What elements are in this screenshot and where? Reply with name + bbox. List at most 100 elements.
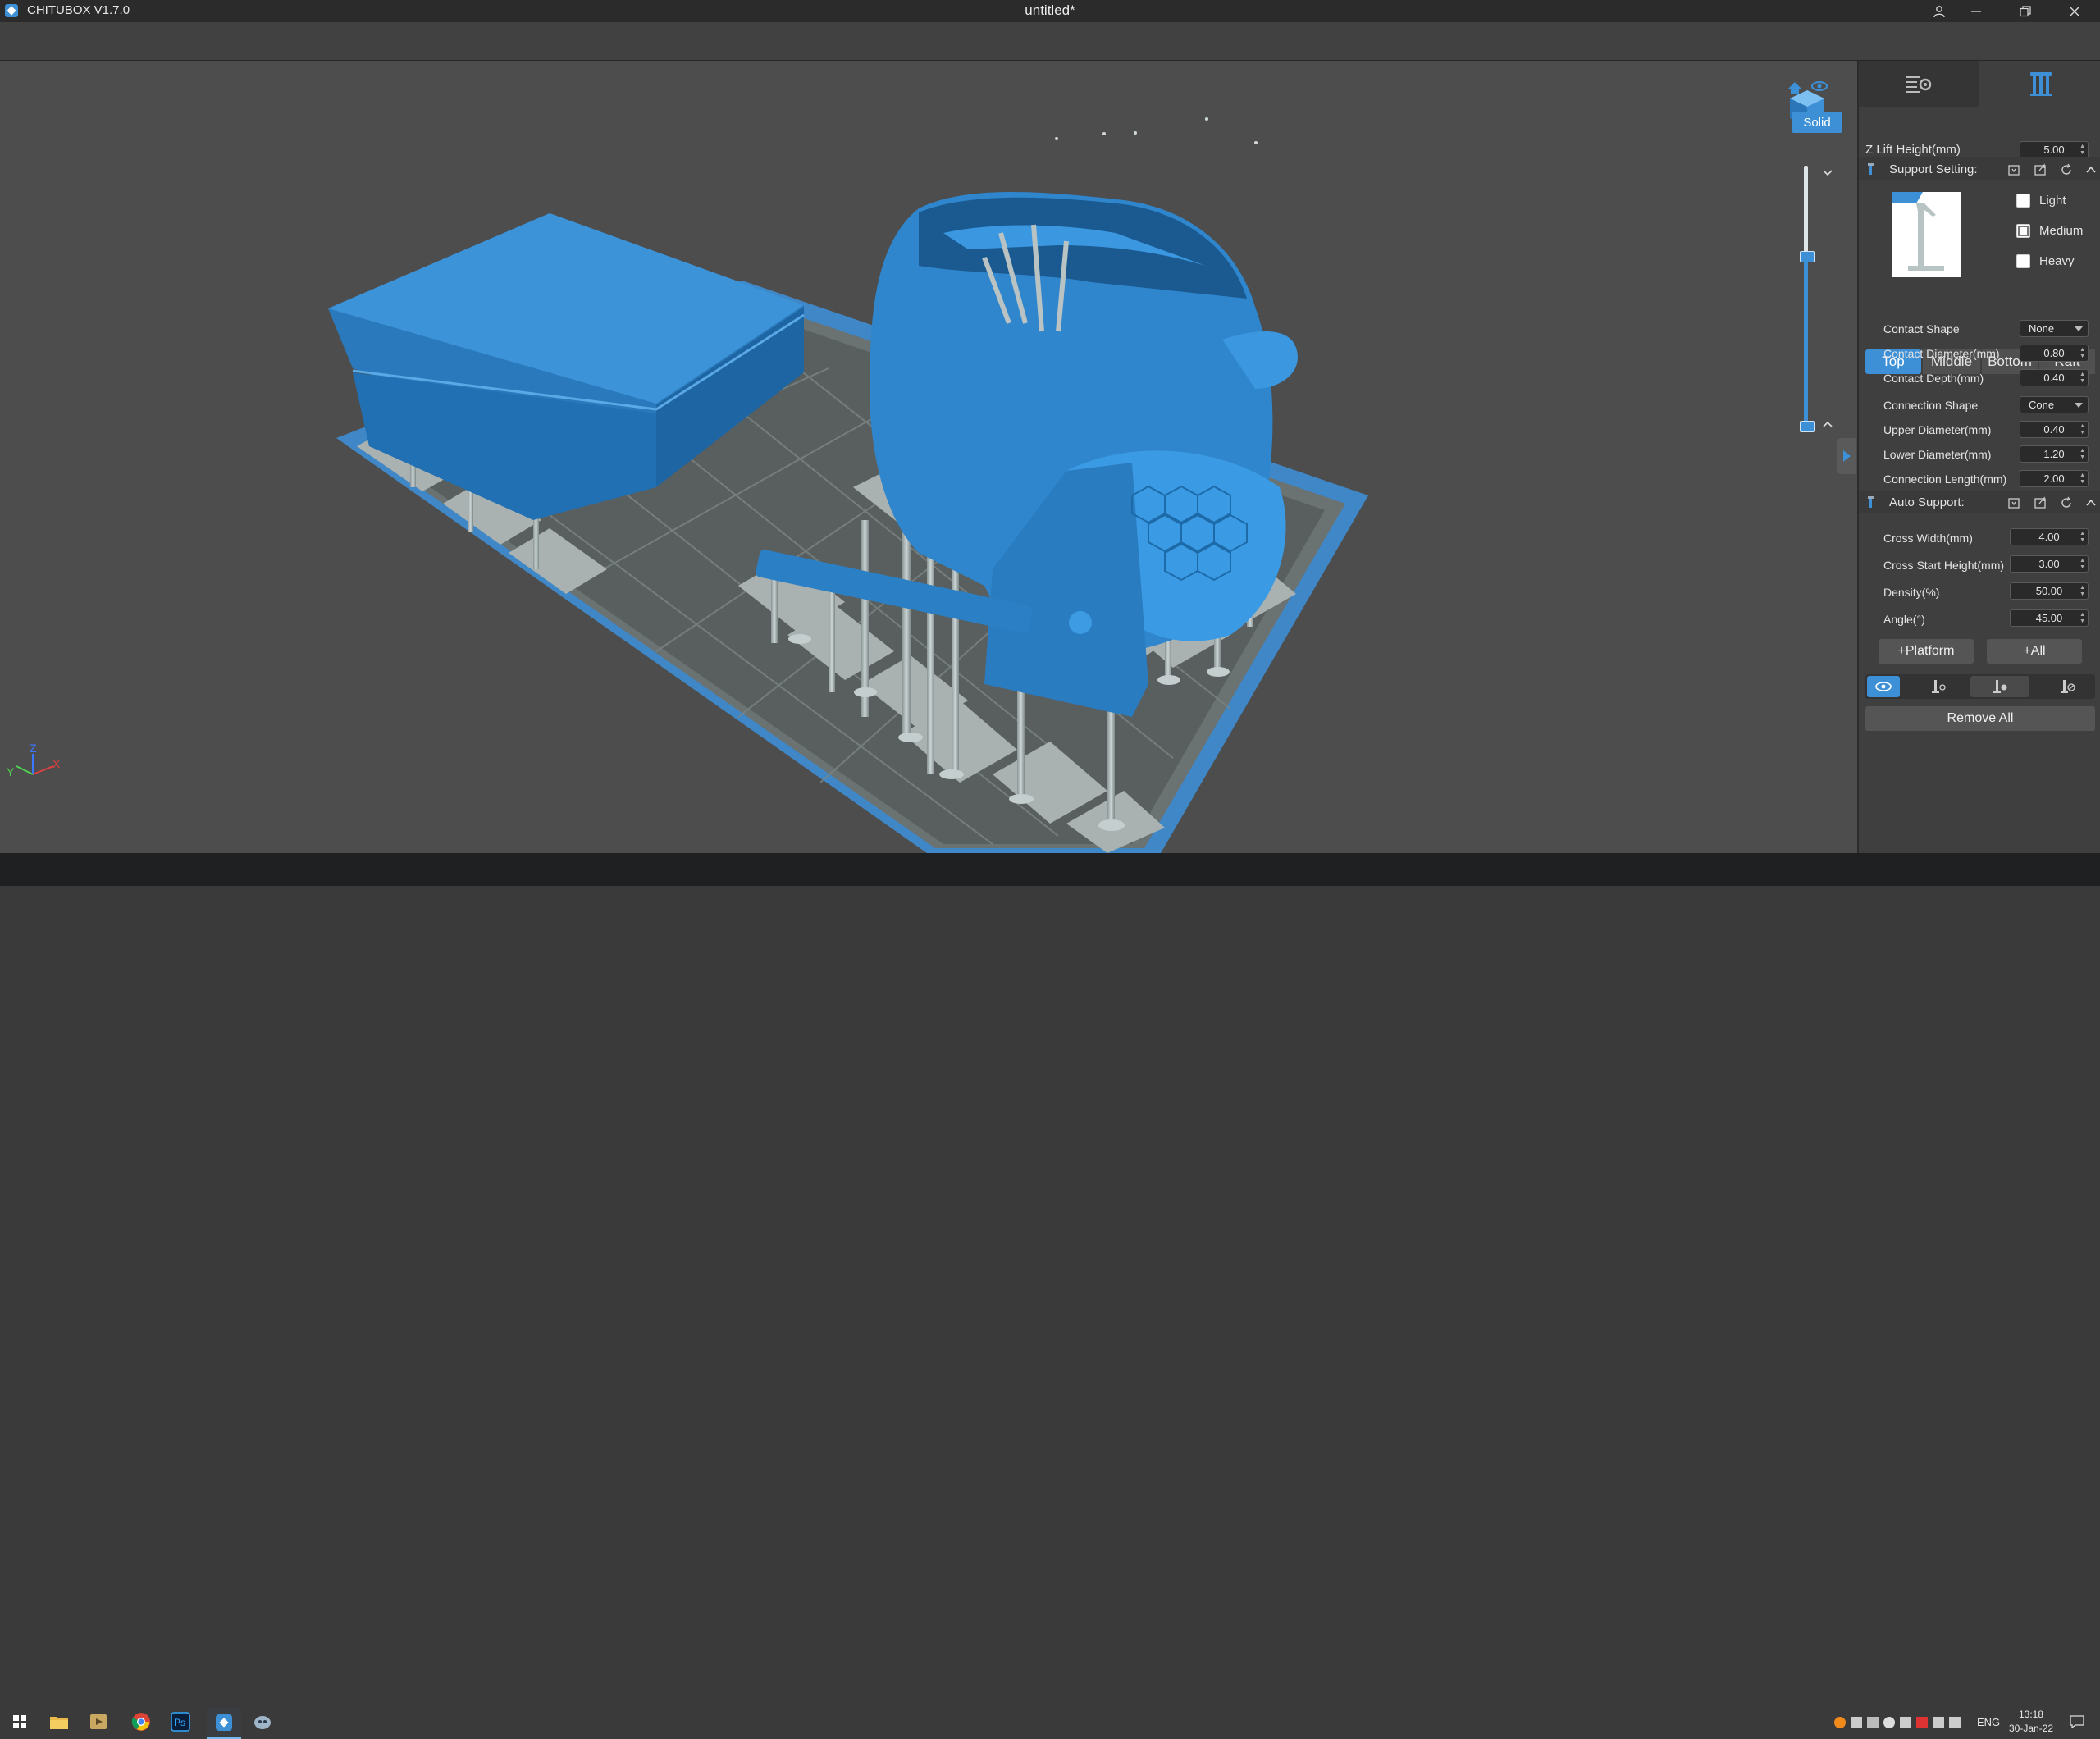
dropdown-arrow-icon <box>2075 403 2083 408</box>
support-preview-image <box>1892 192 1961 277</box>
medium-label: Medium <box>2039 224 2084 238</box>
delete-support-tool-button[interactable] <box>2044 676 2090 697</box>
spin-arrows-icon[interactable]: ▲ ▼ <box>2079 558 2085 571</box>
chrome-icon <box>131 1713 150 1731</box>
chitubox-taskbar-button[interactable] <box>207 1708 241 1737</box>
cross-width-input[interactable]: 4.00 ▲ ▼ <box>2010 528 2089 545</box>
chrome-button[interactable] <box>130 1710 153 1733</box>
clock-time[interactable]: 13:18 <box>2006 1709 2056 1720</box>
cross-width-value: 4.00 <box>2038 531 2060 543</box>
export-auto-button[interactable] <box>2033 495 2048 510</box>
close-button[interactable] <box>2053 0 2096 22</box>
svg-text:Z: Z <box>30 742 37 755</box>
remove-all-button[interactable]: Remove All <box>1865 706 2095 731</box>
play-right-icon <box>1843 450 1851 462</box>
notifications-button[interactable] <box>2066 1710 2089 1733</box>
medium-checkbox[interactable] <box>2016 224 2030 238</box>
light-checkbox[interactable] <box>2016 194 2030 208</box>
volume-tray-icon[interactable] <box>1949 1717 1961 1728</box>
scene-canvas[interactable]: Z Y X <box>0 61 1857 853</box>
cross-width-label: Cross Width(mm) <box>1883 532 1973 545</box>
spin-arrows-icon[interactable]: ▲ ▼ <box>2079 472 2085 486</box>
support-preview <box>1892 192 1961 277</box>
add-platform-button[interactable]: +Platform <box>1879 639 1974 664</box>
spin-arrows-icon[interactable]: ▲ ▼ <box>2079 423 2085 436</box>
viewport-3d[interactable]: Z Y X Solid <box>0 61 1857 853</box>
connection-length-value: 2.00 <box>2043 472 2065 485</box>
spin-arrows-icon[interactable]: ▲ ▼ <box>2079 612 2085 625</box>
lower-diameter-input[interactable]: 1.20 ▲ ▼ <box>2020 445 2089 463</box>
contact-shape-select[interactable]: None <box>2020 320 2089 337</box>
wifi-tray-icon[interactable] <box>1900 1717 1911 1728</box>
media-player-button[interactable] <box>87 1710 110 1733</box>
contact-diameter-input[interactable]: 0.80 ▲ ▼ <box>2020 345 2089 362</box>
photoshop-button[interactable]: Ps <box>169 1710 192 1733</box>
other-app-button[interactable] <box>251 1710 274 1733</box>
display-tray-icon[interactable] <box>1933 1717 1944 1728</box>
connection-length-input[interactable]: 2.00 ▲ ▼ <box>2020 470 2089 487</box>
refresh-icon <box>2061 163 2071 175</box>
user-icon <box>1933 5 1945 17</box>
folder-icon <box>50 1717 68 1729</box>
spin-arrows-icon[interactable]: ▲ ▼ <box>2079 531 2085 544</box>
system-tray <box>1834 1713 1961 1732</box>
layer-down-button[interactable] <box>1819 417 1836 433</box>
spin-arrows-icon[interactable]: ▲ ▼ <box>2079 585 2085 598</box>
contact-depth-value: 0.40 <box>2043 372 2065 384</box>
layer-up-button[interactable] <box>1819 164 1836 180</box>
spin-arrows-icon[interactable]: ▲ ▼ <box>2079 144 2085 157</box>
start-button[interactable] <box>8 1710 31 1733</box>
restore-button[interactable] <box>2004 0 2047 22</box>
reset-settings-button[interactable] <box>2059 162 2074 177</box>
heavy-checkbox[interactable] <box>2016 254 2030 268</box>
clock-date[interactable]: 30-Jan-22 <box>2006 1723 2056 1734</box>
edit-support-icon <box>1993 680 2007 693</box>
file-explorer-button[interactable] <box>48 1710 71 1733</box>
cloud-tray-icon[interactable] <box>1883 1717 1895 1728</box>
film-icon <box>90 1714 107 1729</box>
tab-supports[interactable] <box>1980 61 2100 107</box>
antivirus-tray-icon[interactable] <box>1916 1717 1928 1728</box>
contact-depth-label: Contact Depth(mm) <box>1883 372 1984 385</box>
tab-settings[interactable] <box>1859 61 1979 107</box>
minimize-button[interactable] <box>1955 0 1997 22</box>
spin-arrows-icon[interactable]: ▲ ▼ <box>2079 347 2085 360</box>
add-support-icon <box>1932 680 1946 693</box>
layer-slider[interactable] <box>1800 166 1815 432</box>
layer-slider-thumb-lower[interactable] <box>1800 421 1815 432</box>
spin-arrows-icon[interactable]: ▲ ▼ <box>2079 448 2085 461</box>
dropbox-tray-icon[interactable] <box>1867 1717 1879 1728</box>
layer-slider-track-filled <box>1804 256 1808 427</box>
layer-slider-thumb-upper[interactable] <box>1800 251 1815 262</box>
contact-depth-input[interactable]: 0.40 ▲ ▼ <box>2020 369 2089 386</box>
spin-arrows-icon[interactable]: ▲ ▼ <box>2079 372 2085 385</box>
connection-shape-select[interactable]: Cone <box>2020 396 2089 413</box>
reset-auto-button[interactable] <box>2059 495 2074 510</box>
vlc-tray-icon[interactable] <box>1834 1717 1846 1728</box>
add-support-tool-button[interactable] <box>1918 676 1959 697</box>
upper-diameter-input[interactable]: 0.40 ▲ ▼ <box>2020 421 2089 438</box>
collapse-auto-support-button[interactable] <box>2084 495 2098 510</box>
import-settings-button[interactable] <box>2006 162 2021 177</box>
title-bar: CHITUBOX V1.7.0 untitled* <box>0 0 2100 22</box>
show-supports-button[interactable] <box>1867 676 1900 697</box>
support-pillars-icon <box>2030 72 2052 96</box>
z-lift-input[interactable]: 5.00 ▲ ▼ <box>2020 141 2089 158</box>
add-all-button[interactable]: +All <box>1987 639 2082 664</box>
angle-input[interactable]: 45.00 ▲ ▼ <box>2010 609 2089 627</box>
layer-slider-track-top <box>1804 166 1808 254</box>
cross-start-height-input[interactable]: 3.00 ▲ ▼ <box>2010 555 2089 573</box>
panel-collapse-button[interactable] <box>1838 438 1856 474</box>
cross-start-height-label: Cross Start Height(mm) <box>1883 559 2005 572</box>
import-auto-button[interactable] <box>2006 495 2021 510</box>
collapse-support-setting-button[interactable] <box>2084 162 2098 177</box>
edit-support-tool-button[interactable] <box>1970 676 2029 697</box>
connection-length-label: Connection Length(mm) <box>1883 472 2007 486</box>
export-settings-button[interactable] <box>2033 162 2048 177</box>
document-title: untitled* <box>1025 2 1075 18</box>
render-mode-button[interactable]: Solid <box>1792 112 1842 133</box>
density-input[interactable]: 50.00 ▲ ▼ <box>2010 582 2089 600</box>
language-indicator[interactable]: ENG <box>1977 1716 2000 1728</box>
network-tray-icon[interactable] <box>1851 1717 1862 1728</box>
import-icon <box>2008 165 2020 176</box>
